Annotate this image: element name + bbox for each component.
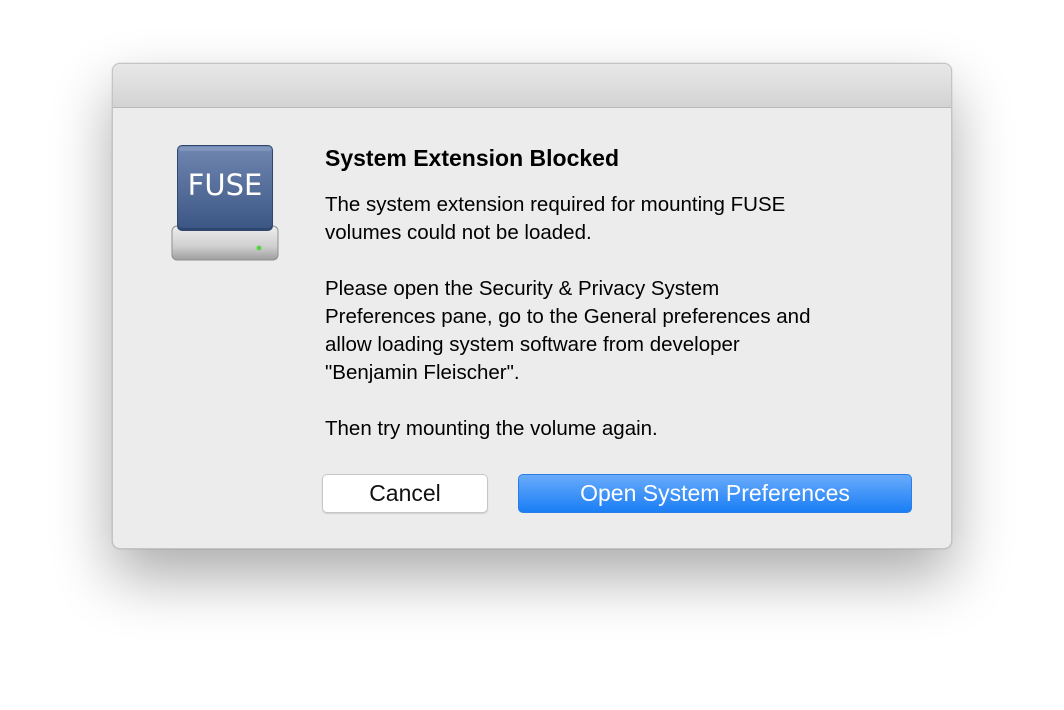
dialog-message-paragraph-1: The system extension required for mounti… [325,191,785,247]
message-text: Then try mounting the volume again. [325,417,658,440]
dialog-title: System Extension Blocked [325,145,619,171]
fuse-drive-icon: FUSE [171,145,279,261]
message-text: Please open the Security & Privacy Syste… [325,277,811,384]
fuse-icon-label: FUSE [188,168,263,202]
dialog-message-paragraph-3: Then try mounting the volume again. [325,415,658,443]
cancel-button[interactable]: Cancel [322,474,488,513]
dialog-message-paragraph-2: Please open the Security & Privacy Syste… [325,275,810,387]
alert-dialog: FUSE System Extension Blocked The system… [112,63,952,549]
dialog-titlebar[interactable] [113,64,951,108]
open-system-preferences-button[interactable]: Open System Preferences [518,474,912,513]
message-text: The system extension required for mounti… [325,193,786,244]
